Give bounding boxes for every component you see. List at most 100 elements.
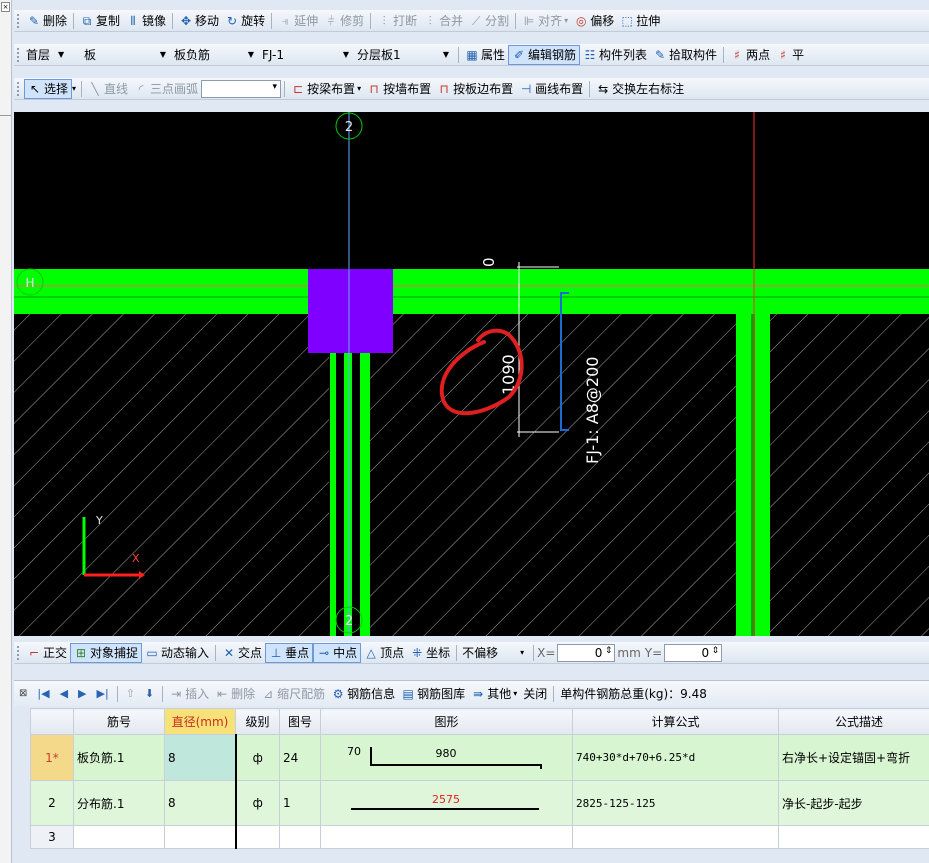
merge-icon: ⫶ (428, 13, 432, 28)
panel-close-icon[interactable]: × (1, 2, 10, 12)
type-select[interactable]: 板负筋 ▼ (172, 46, 260, 64)
properties-button[interactable]: ▦ 属性 (462, 45, 508, 65)
row-number[interactable]: 2 (30, 780, 74, 826)
copy-button[interactable]: ⧉ 复制 (77, 11, 123, 31)
beam-horizontal[interactable] (14, 269, 929, 314)
floor-select[interactable]: 首层 ▼ (24, 46, 82, 64)
shape-cell[interactable]: 70 980 (320, 734, 573, 781)
x-axis-label: X (132, 552, 140, 565)
prev-record-icon[interactable]: ◀ (55, 687, 73, 700)
select-button[interactable]: ↖ 选择 (24, 78, 73, 99)
shape-cell[interactable] (320, 825, 573, 849)
col-header-shape[interactable]: 图形 (320, 708, 573, 735)
line-button[interactable]: ╲ 直线 (85, 79, 131, 99)
description-cell[interactable]: 右净长+设定锚固+弯折 (778, 734, 929, 781)
select-dropdown-icon[interactable]: ▾ (72, 84, 76, 93)
rotate-button[interactable]: ↻ 旋转 (222, 11, 268, 31)
rebar-name-cell[interactable]: 分布筋.1 (73, 780, 165, 826)
row-number[interactable]: 3 (30, 825, 74, 849)
split-button[interactable]: ⟋ 分割 (466, 11, 512, 31)
ortho-toggle[interactable]: ⌐ 正交 (24, 643, 70, 663)
table-row[interactable]: 3 (30, 825, 929, 849)
perpendicular-snap-toggle[interactable]: ⊥ 垂点 (265, 642, 314, 663)
move-button[interactable]: ✥ 移动 (176, 11, 222, 31)
close-grid-button[interactable]: 关闭 (520, 685, 550, 702)
x-coord-input[interactable]: 0 (557, 643, 616, 662)
figure-cell[interactable] (279, 825, 321, 849)
offset-mode-select[interactable]: 不偏移 ▾ (460, 644, 530, 662)
arc-mode-select[interactable] (201, 79, 282, 98)
shape-cell[interactable]: 2575 (320, 780, 573, 826)
component-name-select[interactable]: FJ-1 ▼ (260, 46, 355, 64)
by-line-button[interactable]: ⊣ 画线布置 (516, 79, 586, 99)
column[interactable] (308, 269, 393, 353)
layer-select[interactable]: 分层板1 ▼ (355, 46, 455, 64)
rebar-library-button[interactable]: ▤ 钢筋图库 (398, 685, 468, 702)
first-record-icon[interactable]: |◀ (32, 687, 54, 700)
rebar-name-cell[interactable] (73, 825, 165, 849)
extend-button[interactable]: ⫣ 延伸 (275, 11, 321, 31)
figure-cell[interactable]: 24 (279, 734, 321, 781)
diameter-cell[interactable]: 8 (164, 734, 237, 781)
pick-component-button[interactable]: ✎ 拾取构件 (650, 45, 720, 65)
mirror-button[interactable]: ⫴ 镜像 (123, 11, 169, 31)
edit-rebar-button[interactable]: ✐ 编辑钢筋 (508, 44, 581, 65)
next-record-icon[interactable]: ▶ (73, 687, 91, 700)
grade-cell[interactable]: ф (235, 780, 280, 826)
figure-cell[interactable]: 1 (279, 780, 321, 826)
intersection-snap-toggle[interactable]: ✕ 交点 (219, 643, 265, 663)
other-menu-button[interactable]: ⇛ 其他 ▾ (468, 685, 520, 702)
coordinate-snap-toggle[interactable]: ⁜ 坐标 (407, 643, 453, 663)
two-points-button[interactable]: ♯ 两点 (727, 45, 773, 65)
move-down-icon[interactable]: ⬇ (140, 687, 159, 700)
category-select[interactable]: 板 ▼ (82, 46, 172, 64)
swap-labels-button[interactable]: ⇆ 交换左右标注 (593, 79, 687, 99)
col-header-diameter[interactable]: 直径(mm) (164, 708, 236, 735)
midpoint-snap-toggle[interactable]: ⊸ 中点 (313, 642, 362, 663)
drawing-canvas[interactable]: 2 2 H 0 1090 FJ-1: A8@200 Y X (14, 112, 929, 636)
vertex-snap-toggle[interactable]: △ 顶点 (361, 643, 407, 663)
row-number[interactable]: 1* (30, 734, 74, 781)
parallel-button[interactable]: ♯ 平 (773, 45, 807, 65)
scale-rebar-button[interactable]: ⊿ 缩尺配筋 (258, 685, 328, 702)
arc-button[interactable]: ◜ 三点画弧 (131, 79, 201, 99)
table-row[interactable]: 1* 板负筋.1 8 ф 24 70 980 740+30*d+70+6.25*… (30, 734, 929, 781)
rebar-name-cell[interactable]: 板负筋.1 (73, 734, 165, 781)
last-record-icon[interactable]: ▶| (92, 687, 114, 700)
formula-cell[interactable]: 740+30*d+70+6.25*d (572, 734, 779, 781)
panel-close-icon[interactable]: ⊠ (14, 688, 32, 699)
insert-row-button[interactable]: ⇥ 插入 (166, 685, 212, 702)
formula-cell[interactable] (572, 825, 779, 849)
delete-row-button[interactable]: ⇤ 删除 (212, 685, 258, 702)
object-snap-toggle[interactable]: ⊞ 对象捕捉 (70, 642, 143, 663)
rebar-info-button[interactable]: ⚙ 钢筋信息 (328, 685, 398, 702)
break-button[interactable]: ⫶ 打断 (374, 11, 420, 31)
diameter-cell[interactable] (164, 825, 237, 849)
move-up-icon[interactable]: ⇧ (121, 687, 140, 700)
col-header-grade[interactable]: 级别 (235, 708, 280, 735)
grade-cell[interactable] (235, 825, 280, 849)
delete-button[interactable]: ✎ 删除 (24, 11, 70, 31)
col-header-description[interactable]: 公式描述 (778, 708, 929, 735)
intersection-icon: ✕ (224, 645, 235, 660)
description-cell[interactable] (778, 825, 929, 849)
dynamic-input-toggle[interactable]: ▭ 动态输入 (142, 643, 212, 663)
table-row[interactable]: 2 分布筋.1 8 ф 1 2575 2825-125-125 净长-起步-起步 (30, 780, 929, 826)
description-cell[interactable]: 净长-起步-起步 (778, 780, 929, 826)
align-button[interactable]: ⊫ 对齐 ▾ (519, 11, 571, 31)
by-wall-button[interactable]: ⊓ 按墙布置 (364, 79, 434, 99)
col-header-formula[interactable]: 计算公式 (572, 708, 779, 735)
y-coord-input[interactable]: 0 (664, 643, 723, 662)
by-slab-edge-button[interactable]: ⊓ 按板边布置 (434, 79, 516, 99)
formula-cell[interactable]: 2825-125-125 (572, 780, 779, 826)
offset-button[interactable]: ◎ 偏移 (571, 11, 617, 31)
grade-cell[interactable]: ф (235, 734, 280, 781)
col-header-figure[interactable]: 图号 (279, 708, 321, 735)
merge-button[interactable]: ⫶ 合并 (420, 11, 466, 31)
col-header-name[interactable]: 筋号 (73, 708, 165, 735)
trim-button[interactable]: ⫩ 修剪 (321, 11, 367, 31)
diameter-cell[interactable]: 8 (164, 780, 237, 826)
stretch-button[interactable]: ⬚ 拉伸 (617, 11, 663, 31)
by-beam-button[interactable]: ⊏ 按梁布置 ▾ (288, 79, 364, 99)
component-list-button[interactable]: ☷ 构件列表 (580, 45, 650, 65)
